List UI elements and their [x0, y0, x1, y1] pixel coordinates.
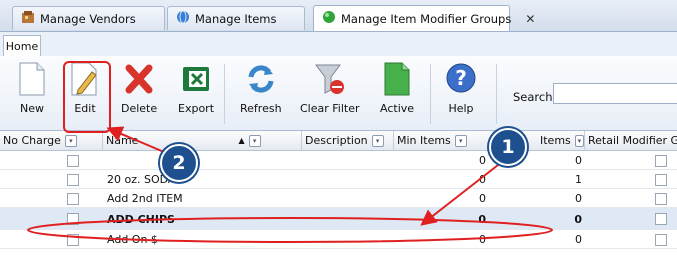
clear-filter-button[interactable]: Clear Filter — [300, 62, 360, 115]
column-header-description[interactable]: Description ▾ — [302, 131, 394, 150]
column-label: Retail Modifier G — [588, 134, 677, 147]
table-row[interactable]: 0 0 — [0, 151, 677, 170]
toolbar-separator — [224, 64, 225, 124]
column-header-no-charge[interactable]: No Charge ▾ — [0, 131, 103, 150]
document-tab-bar: Manage Vendors Manage Items Manage Item … — [0, 0, 677, 32]
filter-dropdown-icon[interactable]: ▾ — [574, 134, 584, 147]
row-max-items: 0 — [575, 233, 582, 246]
column-label: Description — [305, 134, 368, 147]
vendors-icon — [21, 10, 35, 27]
tab-manage-item-modifier-groups[interactable]: Manage Item Modifier Groups ✕ — [313, 5, 535, 31]
ribbon-tab-home[interactable]: Home — [3, 35, 41, 57]
retail-modifier-checkbox[interactable] — [655, 234, 667, 246]
help-button[interactable]: ? Help — [445, 62, 477, 115]
column-label: No Charge — [3, 134, 61, 147]
column-header-name[interactable]: Name ▲ ▾ — [103, 131, 302, 150]
no-charge-checkbox[interactable] — [67, 193, 79, 205]
row-min-items: 0 — [479, 233, 486, 246]
search-input[interactable] — [553, 83, 677, 104]
row-max-items: 0 — [575, 154, 582, 167]
export-button[interactable]: Export — [178, 62, 214, 115]
help-question-icon: ? — [446, 63, 476, 93]
column-label: Name — [106, 134, 139, 147]
svg-text:?: ? — [455, 66, 467, 90]
delete-button[interactable]: Delete — [121, 62, 157, 115]
step-1-badge: 1 — [489, 128, 527, 166]
edit-label: Edit — [74, 102, 96, 115]
row-min-items: 0 — [479, 173, 486, 186]
delete-label: Delete — [121, 102, 158, 115]
row-max-items: 0 — [574, 213, 582, 226]
tab-label: Manage Item Modifier Groups — [341, 11, 512, 26]
tab-manage-vendors[interactable]: Manage Vendors — [12, 6, 165, 30]
column-header-retail-modifier[interactable]: Retail Modifier G — [585, 131, 677, 150]
filter-dropdown-icon[interactable]: ▾ — [371, 134, 384, 147]
tab-label: Manage Vendors — [40, 11, 136, 26]
modifier-groups-icon — [322, 10, 336, 27]
active-label: Active — [380, 102, 415, 115]
row-min-items: 0 — [479, 154, 486, 167]
row-name: Add On $ — [107, 233, 158, 246]
help-label: Help — [448, 102, 474, 115]
delete-x-icon — [125, 64, 153, 94]
row-min-items: 0 — [478, 213, 486, 226]
table-row[interactable]: Add 2nd ITEM 0 0 — [0, 189, 677, 208]
ribbon-tab-strip: Home — [0, 32, 677, 57]
table-row[interactable]: 20 oz. SODA 0 1 — [0, 170, 677, 189]
new-document-icon — [19, 62, 45, 96]
sort-ascending-icon: ▲ — [238, 136, 245, 145]
refresh-icon — [248, 65, 274, 93]
clear-filter-label: Clear Filter — [300, 102, 360, 115]
table-row-selected[interactable]: ADD CHIPS 0 0 — [0, 208, 677, 230]
search-label: Search: — [513, 90, 557, 104]
step-2-badge: 2 — [160, 144, 198, 182]
column-label: Min Items — [397, 134, 451, 147]
retail-modifier-checkbox[interactable] — [655, 193, 667, 205]
tab-label: Manage Items — [195, 11, 277, 26]
export-label: Export — [178, 102, 215, 115]
no-charge-checkbox[interactable] — [67, 174, 79, 186]
row-min-items: 0 — [479, 192, 486, 205]
refresh-label: Refresh — [240, 102, 282, 115]
grid-header: No Charge ▾ Name ▲ ▾ Description ▾ Min Item… — [0, 131, 677, 151]
excel-export-icon — [183, 67, 209, 91]
filter-dropdown-icon[interactable]: ▾ — [64, 134, 77, 147]
no-charge-checkbox[interactable] — [67, 234, 79, 246]
column-header-min-items[interactable]: Min Items ▾ — [394, 131, 494, 150]
toolbar-separator — [430, 64, 431, 124]
active-button[interactable]: Active — [380, 62, 414, 115]
refresh-button[interactable]: Refresh — [240, 62, 282, 115]
active-document-icon — [384, 62, 410, 96]
no-charge-checkbox[interactable] — [67, 213, 79, 225]
toolbar-separator — [496, 64, 497, 124]
items-globe-icon — [176, 10, 190, 27]
table-row[interactable]: Add On $ 0 0 — [0, 230, 677, 249]
ribbon-toolbar: New Edit Delete Export Refresh Clear Fil… — [0, 56, 677, 131]
retail-modifier-checkbox[interactable] — [655, 213, 667, 225]
row-max-items: 0 — [575, 192, 582, 205]
clear-filter-icon — [314, 64, 344, 94]
new-button[interactable]: New — [18, 62, 46, 115]
row-max-items: 1 — [575, 173, 582, 186]
no-charge-checkbox[interactable] — [67, 155, 79, 167]
edit-button[interactable]: Edit — [70, 62, 100, 115]
new-label: New — [20, 102, 44, 115]
retail-modifier-checkbox[interactable] — [655, 174, 667, 186]
filter-dropdown-icon[interactable]: ▾ — [248, 134, 261, 147]
close-icon[interactable]: ✕ — [525, 12, 535, 26]
tab-manage-items[interactable]: Manage Items — [167, 6, 305, 30]
column-label: Items — [540, 134, 571, 147]
filter-dropdown-icon[interactable]: ▾ — [454, 134, 467, 147]
retail-modifier-checkbox[interactable] — [655, 155, 667, 167]
edit-document-icon — [71, 62, 97, 96]
row-name: ADD CHIPS — [107, 213, 175, 226]
row-name: Add 2nd ITEM — [107, 192, 183, 205]
